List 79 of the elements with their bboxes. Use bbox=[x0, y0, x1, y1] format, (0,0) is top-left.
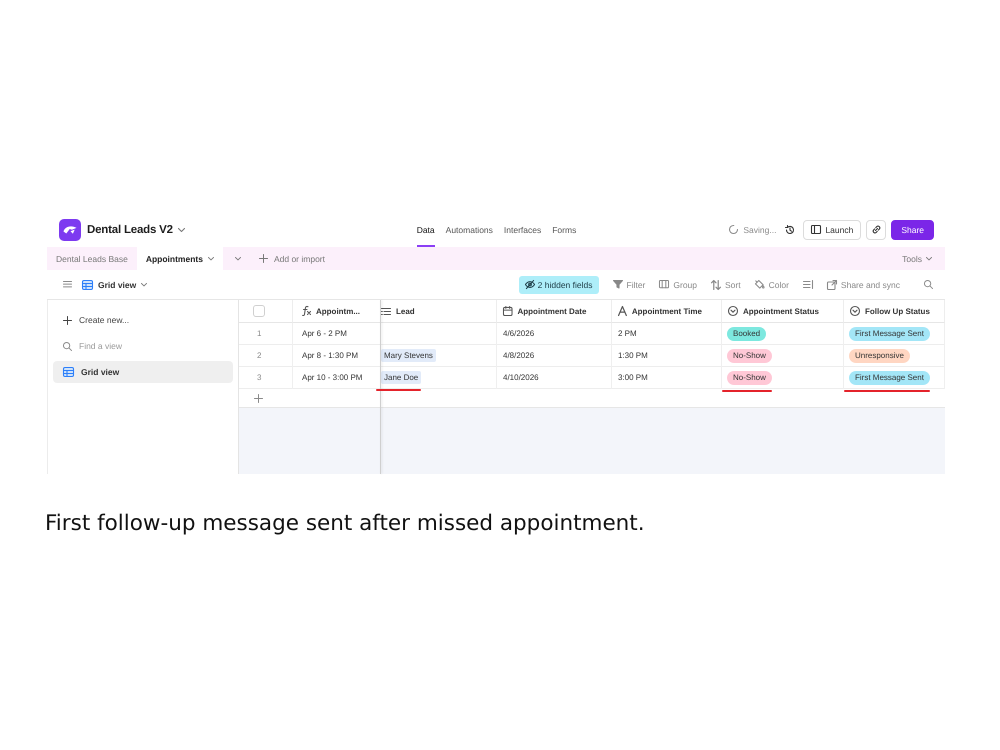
caption-text: First follow-up message sent after missed appointment. bbox=[45, 511, 645, 537]
nav-tab[interactable]: Interfaces bbox=[504, 212, 542, 247]
cell-text: 4/8/2026 bbox=[503, 351, 534, 360]
tools-menu[interactable]: Tools bbox=[902, 247, 945, 270]
letter-a-icon bbox=[618, 306, 627, 316]
sort-button[interactable]: Sort bbox=[711, 280, 741, 290]
row-number: 3 bbox=[257, 373, 262, 382]
cell-text: 4/6/2026 bbox=[503, 329, 534, 338]
status-tag: First Message Sent bbox=[849, 326, 930, 340]
create-view-button[interactable]: Create new... bbox=[53, 309, 233, 331]
column-header[interactable]: Appointment Status bbox=[722, 300, 844, 323]
row-number: 2 bbox=[257, 351, 262, 360]
base-title: Dental Leads V2 bbox=[87, 224, 173, 236]
select-all-checkbox[interactable] bbox=[253, 305, 265, 317]
status-tag: Unresponsive bbox=[849, 348, 910, 362]
group-button[interactable]: Group bbox=[659, 280, 698, 290]
row-height-icon[interactable] bbox=[802, 280, 813, 289]
share-and-sync-button[interactable]: Share and sync bbox=[826, 280, 900, 290]
add-row-icon[interactable] bbox=[254, 394, 263, 402]
cell-text: 1:30 PM bbox=[618, 351, 648, 360]
cell-text: 2 PM bbox=[618, 329, 637, 338]
launch-button[interactable]: Launch bbox=[803, 220, 862, 240]
save-status: Saving... bbox=[743, 224, 776, 234]
column-header[interactable]: Appointment Time bbox=[612, 300, 722, 323]
table-tab[interactable]: Appointments bbox=[136, 247, 223, 270]
cell-text: Apr 8 - 1:30 PM bbox=[302, 351, 358, 360]
calendar-icon bbox=[503, 306, 512, 316]
chevron-down-icon bbox=[926, 256, 932, 260]
cell-text: Apr 10 - 3:00 PM bbox=[302, 373, 362, 382]
status-tag: First Message Sent bbox=[849, 370, 930, 384]
paint-bucket-icon bbox=[754, 280, 765, 289]
window-icon bbox=[811, 225, 822, 234]
hidden-fields-button[interactable]: 2 hidden fields bbox=[518, 276, 598, 294]
add-or-import-button[interactable]: Add or import bbox=[254, 247, 329, 270]
plus-icon bbox=[258, 254, 268, 263]
share-button[interactable]: Share bbox=[891, 220, 934, 240]
view-search-field[interactable]: Find a view bbox=[79, 341, 199, 351]
status-tag: Booked bbox=[727, 326, 766, 340]
eye-off-icon bbox=[524, 280, 535, 290]
status-tag: No-Show bbox=[727, 348, 772, 362]
menu-icon[interactable] bbox=[63, 281, 72, 288]
status-tag: No-Show bbox=[727, 370, 772, 384]
share-icon bbox=[826, 280, 837, 290]
cell-text: 3:00 PM bbox=[618, 373, 648, 382]
sort-icon bbox=[711, 280, 722, 290]
link-icon bbox=[872, 225, 881, 234]
linked-record-chip[interactable]: Mary Stevens bbox=[381, 349, 436, 362]
filter-button[interactable]: Filter bbox=[612, 280, 646, 290]
chevron-down-icon[interactable] bbox=[178, 228, 185, 232]
dropdown-circle-icon bbox=[728, 306, 738, 316]
list-icon bbox=[381, 308, 391, 314]
plus-icon bbox=[63, 316, 72, 324]
chevron-down-icon bbox=[141, 282, 148, 286]
grid-icon bbox=[82, 280, 93, 290]
columns-icon bbox=[659, 280, 670, 289]
funnel-icon bbox=[612, 280, 622, 289]
table-tab[interactable]: Dental Leads Base bbox=[47, 247, 137, 270]
row-number: 1 bbox=[257, 329, 262, 338]
link-button[interactable] bbox=[866, 220, 886, 240]
color-button[interactable]: Color bbox=[754, 280, 789, 290]
column-header[interactable]: Follow Up Status bbox=[844, 300, 945, 323]
logo-icon bbox=[59, 218, 81, 240]
nav-tab[interactable]: Automations bbox=[446, 212, 493, 247]
grid-icon bbox=[63, 367, 74, 377]
nav-tab[interactable]: Forms bbox=[552, 212, 576, 247]
cell-text: 4/10/2026 bbox=[503, 373, 539, 382]
cell-text: Apr 6 - 2 PM bbox=[302, 329, 347, 338]
column-header[interactable]: Appointment Date bbox=[497, 300, 612, 323]
dropdown-circle-icon bbox=[850, 306, 860, 316]
search-icon[interactable] bbox=[924, 280, 933, 289]
chevron-down-icon bbox=[208, 256, 214, 260]
history-icon[interactable] bbox=[785, 224, 796, 234]
view-switcher[interactable]: Grid view bbox=[82, 280, 148, 290]
loading-icon bbox=[729, 225, 738, 234]
chevron-down-icon[interactable] bbox=[234, 256, 241, 260]
linked-record-chip[interactable]: Jane Doe bbox=[381, 371, 422, 384]
search-icon bbox=[63, 342, 72, 350]
formula-icon bbox=[302, 306, 311, 316]
view-item[interactable]: Grid view bbox=[53, 361, 233, 383]
